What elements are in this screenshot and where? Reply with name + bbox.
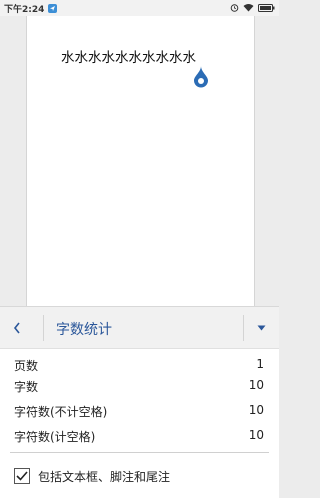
wifi-icon [243, 3, 254, 15]
stat-value: 1 [256, 357, 264, 371]
stat-label: 字符数(计空格) [14, 430, 96, 444]
stat-label: 字符数(不计空格) [14, 405, 108, 419]
checkmark-icon [16, 471, 28, 481]
caret-down-icon [257, 325, 265, 330]
battery-icon [258, 3, 275, 15]
panel-title: 字数统计 [56, 322, 112, 338]
document-text[interactable]: 水水水水水水水水水水 [61, 46, 196, 66]
include-textboxes-option[interactable]: 包括文本框、脚注和尾注 [14, 466, 170, 486]
stat-value: 10 [248, 428, 264, 442]
app-notification-icon [48, 3, 58, 13]
stat-row-chars-with-spaces: 字符数(计空格) 10 [14, 428, 264, 446]
status-time: 下午2:24 [4, 4, 45, 15]
header-divider [43, 315, 44, 341]
document-page[interactable]: 水水水水水水水水水水 [26, 16, 255, 306]
stat-value: 10 [248, 378, 264, 392]
stat-row-pages: 页数 1 [14, 357, 264, 375]
back-button[interactable] [0, 307, 34, 348]
stat-row-words: 字数 10 [14, 378, 264, 396]
chevron-left-icon [13, 322, 20, 333]
alarm-icon [230, 3, 239, 15]
stat-row-chars-no-spaces: 字符数(不计空格) 10 [14, 403, 264, 421]
include-checkbox[interactable] [14, 468, 30, 484]
stat-value: 10 [248, 403, 264, 417]
dropdown-button[interactable] [243, 307, 279, 348]
stat-label: 字数 [14, 380, 39, 394]
stat-label: 页数 [14, 359, 39, 373]
document-area: 水水水水水水水水水水 [0, 16, 279, 306]
include-checkbox-label: 包括文本框、脚注和尾注 [38, 469, 171, 484]
status-bar: 下午2:24 [0, 0, 279, 16]
word-count-panel: 字数统计 页数 1 字数 10 字符数(不计空格) 10 字符数(计空格) 10… [0, 306, 279, 498]
cursor-handle-icon[interactable] [193, 66, 209, 92]
panel-divider [10, 452, 269, 453]
panel-header: 字数统计 [0, 306, 279, 349]
